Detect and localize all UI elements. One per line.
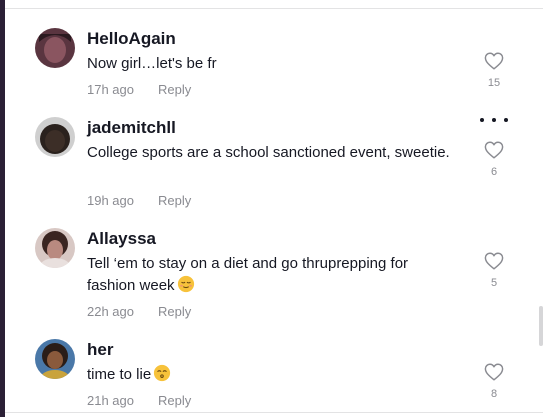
relieved-face-emoji [177,275,195,293]
comment-text: College sports are a school sanctioned e… [87,142,457,164]
like-count: 8 [490,388,498,400]
comment-username[interactable]: Allayssa [87,228,156,250]
bottom-divider [5,412,543,413]
reply-button[interactable]: Reply [158,304,191,319]
comment-time: 21h ago [87,393,134,408]
comment-time: 17h ago [87,82,134,97]
reply-button[interactable]: Reply [158,393,191,408]
window-left-edge [0,0,5,417]
heart-outline-icon[interactable] [484,252,504,270]
avatar[interactable] [35,228,75,268]
like-count: 6 [490,166,498,178]
avatar[interactable] [35,117,75,157]
comment-text: time to lie [87,364,457,386]
reply-button[interactable]: Reply [158,193,191,208]
heart-outline-icon[interactable] [484,141,504,159]
top-divider [5,8,543,9]
comment-username[interactable]: jademitchll [87,117,176,139]
comment-meta: 19h ago Reply [87,193,191,208]
like-count: 15 [487,77,501,89]
comment-meta: 22h ago Reply [87,304,191,319]
comment-text: Now girl…let's be fr [87,53,457,75]
avatar[interactable] [35,28,75,68]
heart-outline-icon[interactable] [484,363,504,381]
comment-text-content: Tell ‘em to stay on a diet and go thrupr… [87,255,409,294]
comment-text: Tell ‘em to stay on a diet and go thrupr… [87,253,457,297]
kissing-face-emoji [153,364,171,382]
comment-username[interactable]: HelloAgain [87,28,176,50]
avatar[interactable] [35,339,75,379]
comment-username[interactable]: her [87,339,113,361]
like-count: 5 [490,277,498,289]
scrollbar-thumb[interactable] [539,306,543,346]
comment-time: 19h ago [87,193,134,208]
more-horizontal-icon[interactable] [480,116,508,124]
reply-button[interactable]: Reply [158,82,191,97]
comment-meta: 17h ago Reply [87,82,191,97]
comment-text-content: time to lie [87,366,152,383]
comment-meta: 21h ago Reply [87,393,191,408]
heart-outline-icon[interactable] [484,52,504,70]
comment-text-content: College sports are a school sanctioned e… [87,144,450,161]
comment-time: 22h ago [87,304,134,319]
comment-text-content: Now girl…let's be fr [87,55,217,72]
